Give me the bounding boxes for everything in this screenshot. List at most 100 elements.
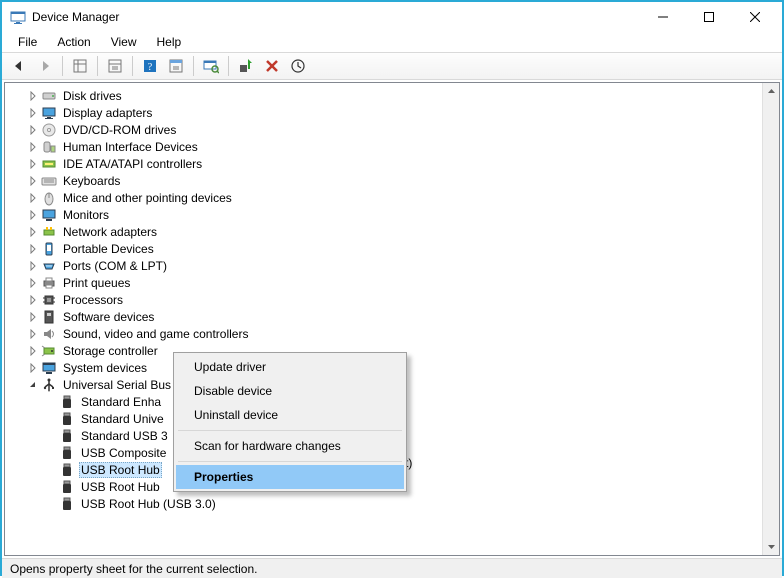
portable-icon <box>41 241 57 257</box>
expand-icon[interactable] <box>27 209 39 221</box>
category-label: Ports (COM & LPT) <box>61 259 169 273</box>
show-hide-tree-button[interactable] <box>69 55 91 77</box>
context-uninstall-device[interactable]: Uninstall device <box>176 403 404 427</box>
expand-icon[interactable] <box>27 328 39 340</box>
context-scan-hardware[interactable]: Scan for hardware changes <box>176 434 404 458</box>
usb-device-icon <box>59 462 75 478</box>
context-separator <box>178 461 402 462</box>
expand-icon[interactable] <box>27 345 39 357</box>
device-label: USB Root Hub <box>79 480 162 494</box>
uninstall-device-button[interactable] <box>261 55 283 77</box>
usb-device-icon <box>59 445 75 461</box>
scroll-up-button[interactable] <box>763 83 779 100</box>
expand-icon[interactable] <box>27 192 39 204</box>
sound-icon <box>41 326 57 342</box>
close-button[interactable] <box>732 2 778 32</box>
forward-button[interactable] <box>34 55 56 77</box>
display-icon <box>41 105 57 121</box>
status-text: Opens property sheet for the current sel… <box>10 562 257 576</box>
scan-hardware-button[interactable] <box>200 55 222 77</box>
context-disable-device[interactable]: Disable device <box>176 379 404 403</box>
expand-icon[interactable] <box>27 277 39 289</box>
usb-device-icon <box>59 496 75 512</box>
menu-action[interactable]: Action <box>49 35 98 49</box>
category-label: Software devices <box>61 310 156 324</box>
mouse-icon <box>41 190 57 206</box>
expand-icon[interactable] <box>27 226 39 238</box>
category-label: DVD/CD-ROM drives <box>61 123 178 137</box>
device-category[interactable]: Portable Devices <box>5 240 779 257</box>
toolbar-separator <box>132 56 133 76</box>
enable-device-button[interactable] <box>235 55 257 77</box>
device-label: Standard USB 3 <box>79 429 170 443</box>
expand-icon[interactable] <box>27 175 39 187</box>
maximize-button[interactable] <box>686 2 732 32</box>
menu-view[interactable]: View <box>103 35 145 49</box>
expand-icon[interactable] <box>27 107 39 119</box>
category-label: Keyboards <box>61 174 122 188</box>
action-button[interactable] <box>165 55 187 77</box>
device-category[interactable]: Processors <box>5 291 779 308</box>
category-label: System devices <box>61 361 149 375</box>
app-icon <box>10 9 26 25</box>
help-button[interactable]: ? <box>139 55 161 77</box>
category-label: Storage controller <box>61 344 160 358</box>
device-category[interactable]: Human Interface Devices <box>5 138 779 155</box>
category-label: Monitors <box>61 208 111 222</box>
software-icon <box>41 309 57 325</box>
usb-device-icon <box>59 479 75 495</box>
ide-icon <box>41 156 57 172</box>
context-separator <box>178 430 402 431</box>
device-label: Standard Unive <box>79 412 166 426</box>
expand-icon[interactable] <box>27 243 39 255</box>
printer-icon <box>41 275 57 291</box>
device-label: Standard Enha <box>79 395 163 409</box>
device-label: USB Root Hub (USB 3.0) <box>79 497 218 511</box>
usb-device-icon <box>59 428 75 444</box>
properties-button[interactable] <box>104 55 126 77</box>
device-category[interactable]: Print queues <box>5 274 779 291</box>
category-label: Portable Devices <box>61 242 156 256</box>
back-button[interactable] <box>8 55 30 77</box>
device-category[interactable]: Keyboards <box>5 172 779 189</box>
toolbar: ? <box>2 52 782 80</box>
device-category[interactable]: Network adapters <box>5 223 779 240</box>
device-category[interactable]: IDE ATA/ATAPI controllers <box>5 155 779 172</box>
expand-icon[interactable] <box>27 311 39 323</box>
category-label: Print queues <box>61 276 132 290</box>
device-category[interactable]: DVD/CD-ROM drives <box>5 121 779 138</box>
device-category[interactable]: Mice and other pointing devices <box>5 189 779 206</box>
usb-icon <box>41 377 57 393</box>
device-label: USB Composite <box>79 446 168 460</box>
collapse-icon[interactable] <box>27 379 39 391</box>
keyboard-icon <box>41 173 57 189</box>
minimize-button[interactable] <box>640 2 686 32</box>
device-category[interactable]: Display adapters <box>5 104 779 121</box>
expand-icon[interactable] <box>27 158 39 170</box>
device-category[interactable]: Sound, video and game controllers <box>5 325 779 342</box>
device-item[interactable]: USB Root Hub (USB 3.0) <box>5 495 779 512</box>
device-category[interactable]: Monitors <box>5 206 779 223</box>
device-category[interactable]: Software devices <box>5 308 779 325</box>
network-icon <box>41 224 57 240</box>
expand-icon[interactable] <box>27 260 39 272</box>
update-driver-button[interactable] <box>287 55 309 77</box>
device-category[interactable]: Disk drives <box>5 87 779 104</box>
menu-help[interactable]: Help <box>149 35 190 49</box>
vertical-scrollbar[interactable] <box>762 83 779 555</box>
expand-icon[interactable] <box>27 124 39 136</box>
expand-icon[interactable] <box>27 141 39 153</box>
svg-text:?: ? <box>148 62 153 73</box>
context-properties[interactable]: Properties <box>176 465 404 489</box>
expand-icon[interactable] <box>27 294 39 306</box>
expand-icon[interactable] <box>27 90 39 102</box>
menu-bar: File Action View Help <box>2 32 782 52</box>
menu-file[interactable]: File <box>10 35 45 49</box>
context-update-driver[interactable]: Update driver <box>176 355 404 379</box>
dvd-icon <box>41 122 57 138</box>
expand-icon[interactable] <box>27 362 39 374</box>
category-label: Processors <box>61 293 125 307</box>
usb-device-icon <box>59 394 75 410</box>
scroll-down-button[interactable] <box>763 538 779 555</box>
device-category[interactable]: Ports (COM & LPT) <box>5 257 779 274</box>
